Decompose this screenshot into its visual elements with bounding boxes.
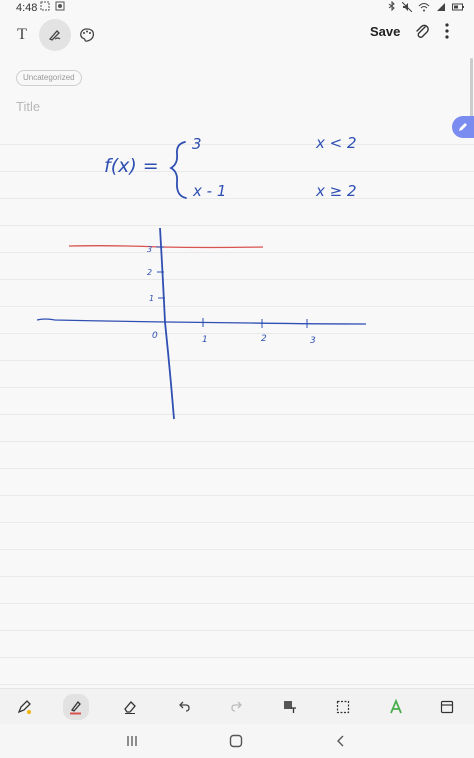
pen-tool[interactable] [63, 694, 89, 720]
pen-icon [70, 701, 81, 715]
drawing-toolbar [0, 688, 474, 725]
handwriting-to-text-tool[interactable] [386, 697, 406, 717]
function-label: f(x) = [104, 155, 159, 177]
system-navigation-bar [0, 724, 474, 758]
tool-settings-button[interactable] [437, 697, 457, 717]
x-tick-label-3: 3 [310, 336, 316, 346]
y-tick-label-3: 3 [147, 245, 152, 254]
fountain-pen-icon [17, 700, 31, 714]
red-line-y3 [68, 245, 264, 249]
recent-apps-icon [127, 736, 137, 746]
settings-panel-icon [440, 700, 454, 714]
y-axis [159, 227, 175, 420]
case2-value: x - 1 [192, 182, 226, 200]
y-tick-label-2: 2 [147, 268, 152, 277]
case1-condition: x < 2 [315, 134, 357, 152]
fountain-pen-tool[interactable] [14, 697, 34, 717]
handwriting-to-text-icon [390, 699, 402, 714]
x-axis [36, 318, 367, 325]
case2-condition: x ≥ 2 [315, 182, 357, 200]
x-tick-label-2: 2 [261, 334, 267, 344]
eraser-tool[interactable] [120, 697, 140, 717]
image-to-text-tool[interactable] [280, 697, 300, 717]
image-to-text-icon [284, 701, 296, 713]
y-tick-label-1: 1 [149, 294, 154, 303]
origin-label: 0 [152, 331, 158, 341]
piecewise-brace [169, 141, 187, 199]
back-icon [337, 735, 344, 747]
home-icon [229, 734, 243, 748]
pencil-icon [459, 123, 467, 131]
handwriting-layer: f(x) = 3 x < 2 x - 1 x ≥ 2 3 2 1 0 1 2 3 [36, 134, 367, 420]
undo-icon [179, 701, 190, 712]
redo-button[interactable] [227, 697, 247, 717]
back-button[interactable] [331, 732, 351, 750]
recent-apps-button[interactable] [122, 732, 142, 750]
undo-button[interactable] [174, 697, 194, 717]
selection-tool[interactable] [333, 697, 353, 717]
x-tick-label-1: 1 [202, 335, 208, 345]
selection-icon [336, 700, 350, 714]
redo-icon [231, 701, 242, 712]
home-button[interactable] [226, 732, 246, 750]
floating-pen-button[interactable] [452, 116, 474, 138]
case1-value: 3 [192, 135, 202, 153]
eraser-icon [124, 701, 136, 714]
